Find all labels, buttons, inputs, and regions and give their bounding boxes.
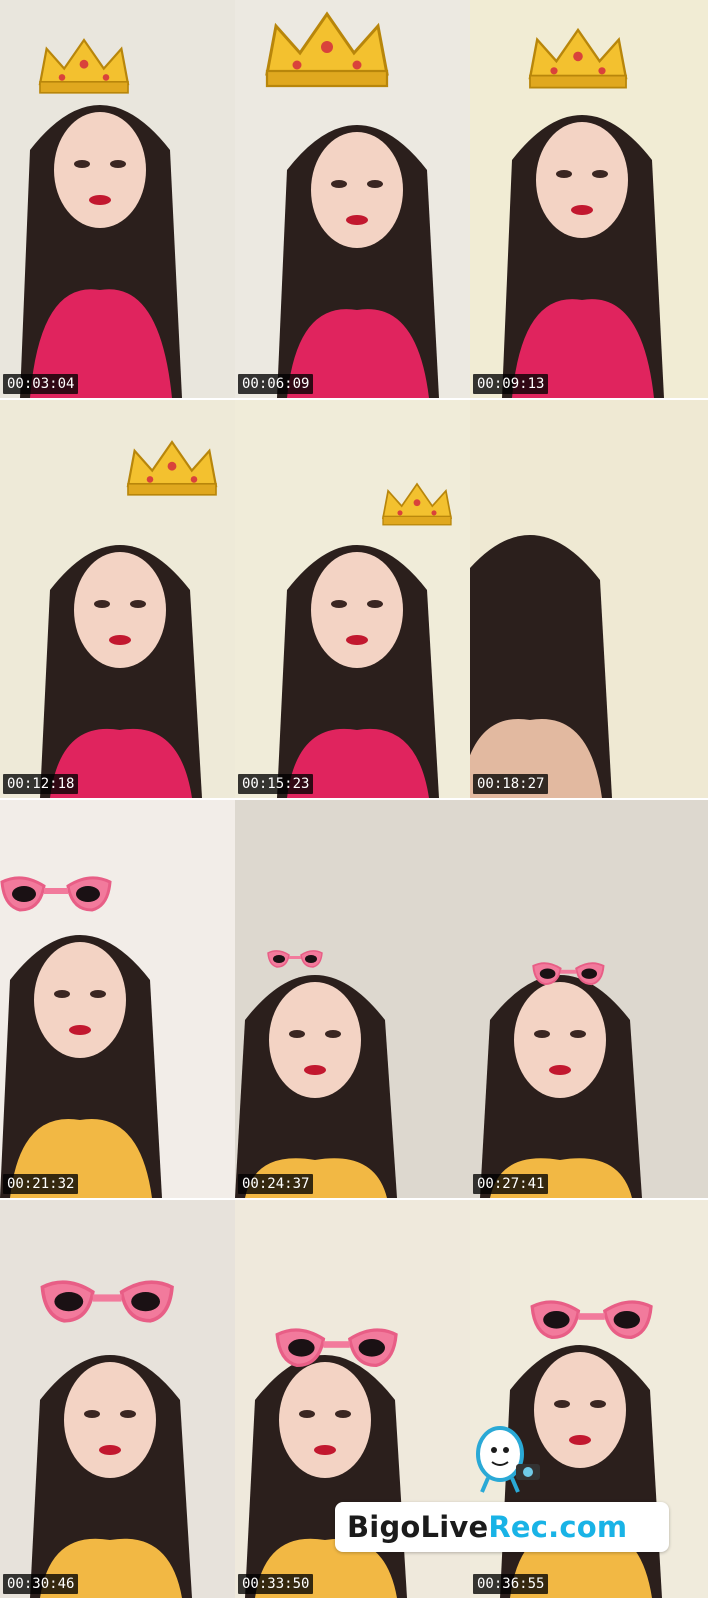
thumbnail-frame-5[interactable]: 00:15:23 bbox=[235, 400, 473, 798]
video-frame-image bbox=[470, 800, 708, 1198]
timestamp-label: 00:12:18 bbox=[3, 774, 79, 794]
timestamp-label: 00:36:55 bbox=[473, 1574, 549, 1594]
watermark-badge: BigoLiveRec.com bbox=[335, 1496, 669, 1558]
timestamp-label: 00:21:32 bbox=[3, 1174, 79, 1194]
timestamp-label: 00:03:04 bbox=[3, 374, 79, 394]
thumbnail-frame-9[interactable]: 00:27:41 bbox=[470, 800, 708, 1198]
thumbnail-grid: 00:03:04 00:06:09 00:09:13 00:12:18 00:1… bbox=[0, 0, 720, 1600]
watermark-part1: BigoLive bbox=[347, 1510, 489, 1544]
timestamp-label: 00:30:46 bbox=[3, 1574, 79, 1594]
video-frame-image bbox=[235, 400, 473, 798]
thumbnail-frame-1[interactable]: 00:03:04 bbox=[0, 0, 238, 398]
timestamp-label: 00:33:50 bbox=[238, 1574, 314, 1594]
video-frame-image bbox=[235, 0, 473, 398]
video-frame-image bbox=[0, 0, 238, 398]
timestamp-label: 00:27:41 bbox=[473, 1174, 549, 1194]
video-frame-image bbox=[470, 0, 708, 398]
watermark-part2: Rec.com bbox=[488, 1510, 628, 1544]
thumbnail-frame-4[interactable]: 00:12:18 bbox=[0, 400, 238, 798]
timestamp-label: 00:09:13 bbox=[473, 374, 549, 394]
timestamp-label: 00:24:37 bbox=[238, 1174, 314, 1194]
video-frame-image bbox=[235, 800, 473, 1198]
bigo-mascot-icon bbox=[476, 1426, 540, 1493]
thumbnail-frame-3[interactable]: 00:09:13 bbox=[470, 0, 708, 398]
timestamp-label: 00:18:27 bbox=[473, 774, 549, 794]
thumbnail-frame-8[interactable]: 00:24:37 bbox=[235, 800, 473, 1198]
thumbnail-frame-2[interactable]: 00:06:09 bbox=[235, 0, 473, 398]
thumbnail-frame-6[interactable]: 00:18:27 bbox=[470, 400, 708, 798]
thumbnail-frame-7[interactable]: 00:21:32 bbox=[0, 800, 238, 1198]
video-frame-image bbox=[0, 800, 238, 1198]
video-frame-image bbox=[470, 400, 708, 798]
timestamp-label: 00:06:09 bbox=[238, 374, 314, 394]
video-frame-image bbox=[0, 1200, 238, 1598]
thumbnail-frame-10[interactable]: 00:30:46 bbox=[0, 1200, 238, 1598]
video-frame-image bbox=[0, 400, 238, 798]
timestamp-label: 00:15:23 bbox=[238, 774, 314, 794]
watermark-text: BigoLiveRec.com bbox=[347, 1511, 627, 1543]
